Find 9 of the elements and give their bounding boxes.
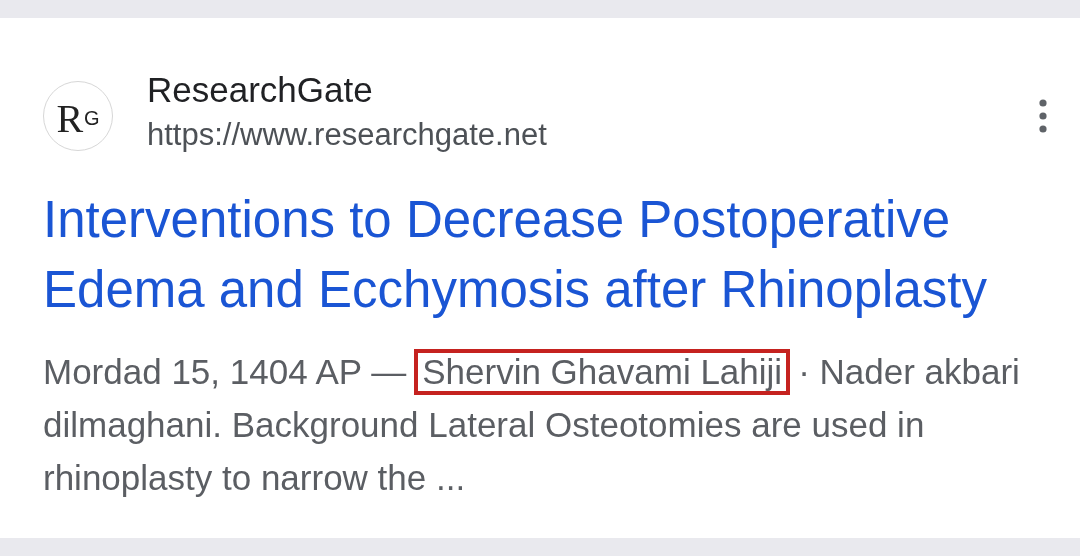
more-options-icon[interactable] [1038,98,1048,133]
snippet-text: rhinoplasty to narrow the ... [43,456,466,499]
site-url: https://www.researchgate.net [147,116,548,154]
site-name: ResearchGate [147,70,374,110]
result-title-link[interactable]: Interventions to Decrease Postoperative Edema and Ecchymosis after Rhinoplasty [43,185,1048,325]
snippet-text: · Nader akbari [798,350,1020,393]
snippet-text: Mordad 15, 1404 AP — [43,350,407,393]
snippet-text: dilmaghani. Background Lateral Osteotomies are used in [43,403,925,446]
highlighted-author: Shervin Ghavami Lahiji [414,348,791,395]
